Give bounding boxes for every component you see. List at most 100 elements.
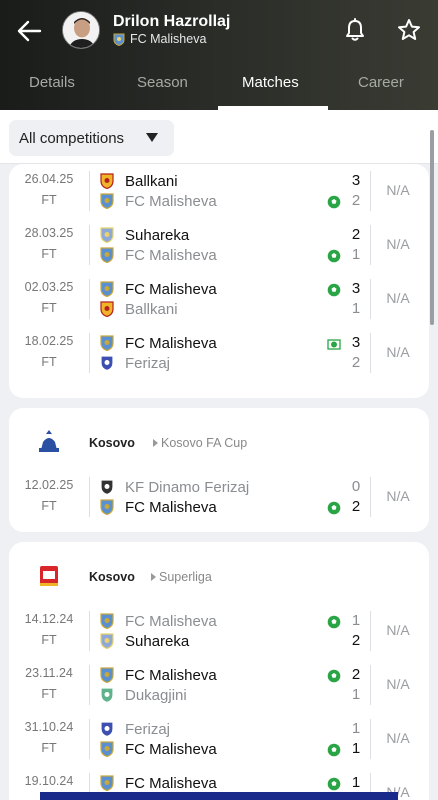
- home-team: FC Malisheva: [99, 611, 217, 631]
- match-row[interactable]: 31.10.24 FT Ferizaj 1 FC Malisheva 1 N/A: [9, 712, 429, 766]
- home-team-name: Suhareka: [125, 226, 190, 244]
- match-status: FT: [41, 499, 57, 513]
- home-team: KF Dinamo Ferizaj: [99, 477, 249, 497]
- team-crest-icon: [99, 173, 115, 190]
- home-team-name: FC Malisheva: [125, 666, 217, 684]
- player-team-name: FC Malisheva: [130, 32, 207, 46]
- match-row[interactable]: 02.03.25 FT FC Malisheva 3 Ballkani 1 N/A: [9, 272, 429, 326]
- away-team-name: FC Malisheva: [125, 498, 217, 516]
- goal-ball-icon: [327, 195, 341, 209]
- tab-career[interactable]: Career: [358, 74, 404, 91]
- team-crest-icon: [99, 499, 115, 516]
- competition-country: Kosovo: [89, 436, 135, 450]
- home-score: 2: [351, 226, 361, 243]
- match-row[interactable]: 23.11.24 FT FC Malisheva 2 Dukagjini 1 N/A: [9, 658, 429, 712]
- match-row[interactable]: 12.02.25 FT KF Dinamo Ferizaj 0 FC Malisheva…: [9, 470, 429, 524]
- match-date: 14.12.24: [24, 612, 74, 626]
- home-score: 3: [351, 280, 361, 297]
- match-group-card: 26.04.25 FT Ballkani 3 FC Malisheva 2 N/A 28.03…: [9, 164, 429, 398]
- away-team-name: FC Malisheva: [125, 192, 217, 210]
- home-team-name: KF Dinamo Ferizaj: [125, 478, 250, 496]
- away-team: FC Malisheva: [99, 191, 217, 211]
- competition-logo-icon: [35, 428, 63, 456]
- match-row[interactable]: 18.02.25 FT FC Malisheva 3 Ferizaj 2 N/A: [9, 326, 429, 380]
- away-team-name: Ferizaj: [125, 354, 171, 372]
- match-row[interactable]: 14.12.24 FT FC Malisheva 1 Suhareka 2 N/A: [9, 604, 429, 658]
- match-status: FT: [41, 193, 57, 207]
- divider: [89, 225, 90, 265]
- team-crest-icon: [99, 479, 115, 496]
- back-arrow-icon[interactable]: [14, 16, 44, 46]
- home-team-name: FC Malisheva: [125, 280, 217, 298]
- divider: [370, 171, 371, 211]
- match-rating: N/A: [386, 488, 410, 504]
- home-team-name: FC Malisheva: [125, 774, 217, 792]
- divider: [370, 477, 371, 517]
- away-team-name: FC Malisheva: [125, 740, 217, 758]
- divider: [89, 719, 90, 759]
- competition-country: Kosovo: [89, 570, 135, 584]
- goal-ball-icon: [327, 777, 341, 791]
- scrollbar[interactable]: [430, 130, 434, 325]
- home-team-name: FC Malisheva: [125, 612, 217, 630]
- team-crest-icon: [99, 741, 115, 758]
- match-row[interactable]: 26.04.25 FT Ballkani 3 FC Malisheva 2 N/A: [9, 164, 429, 218]
- match-group-card: Kosovo Kosovo FA Cup 12.02.25 FT KF Dinamo F…: [9, 408, 429, 532]
- match-status: FT: [41, 687, 57, 701]
- bell-icon[interactable]: [344, 18, 366, 42]
- divider: [370, 719, 371, 759]
- away-team: Ferizaj: [99, 353, 170, 373]
- goal-ball-icon: [327, 283, 341, 297]
- match-rating: N/A: [386, 730, 410, 746]
- player-header: Drilon Hazrollaj FC Malisheva Details Se…: [0, 0, 438, 110]
- home-team: FC Malisheva: [99, 665, 217, 685]
- team-crest-icon: [99, 687, 115, 704]
- team-crest-icon: [99, 281, 115, 298]
- player-team[interactable]: FC Malisheva: [113, 32, 206, 46]
- tab-details[interactable]: Details: [29, 74, 75, 91]
- match-status: FT: [41, 355, 57, 369]
- home-team-name: Ballkani: [125, 172, 178, 190]
- away-team: Dukagjini: [99, 685, 187, 705]
- divider: [89, 279, 90, 319]
- star-icon[interactable]: [397, 18, 421, 42]
- match-status: FT: [41, 741, 57, 755]
- ad-banner[interactable]: [40, 792, 398, 800]
- divider: [370, 333, 371, 373]
- away-score: 1: [351, 246, 361, 263]
- tab-season[interactable]: Season: [137, 74, 188, 91]
- divider: [370, 611, 371, 651]
- divider: [89, 665, 90, 705]
- away-team-name: Ballkani: [125, 300, 178, 318]
- match-group-card: Kosovo Superliga 14.12.24 FT FC Malisheva 1 Su…: [9, 542, 429, 800]
- divider: [370, 225, 371, 265]
- competition-filter-dropdown[interactable]: All competitions: [9, 120, 174, 156]
- match-rating: N/A: [386, 236, 410, 252]
- away-score: 2: [351, 498, 361, 515]
- goal-ball-icon: [327, 669, 341, 683]
- match-date: 28.03.25: [24, 226, 74, 240]
- away-team: Ballkani: [99, 299, 178, 319]
- team-crest-icon: [99, 633, 115, 650]
- match-rating: N/A: [386, 182, 410, 198]
- home-team: FC Malisheva: [99, 333, 217, 353]
- away-team: FC Malisheva: [99, 245, 217, 265]
- match-date: 02.03.25: [24, 280, 74, 294]
- away-score: 1: [351, 740, 361, 757]
- match-status: FT: [41, 247, 57, 261]
- away-score: 2: [351, 354, 361, 371]
- goal-ball-icon: [327, 615, 341, 629]
- match-row[interactable]: 28.03.25 FT Suhareka 2 FC Malisheva 1 N/A: [9, 218, 429, 272]
- home-team: FC Malisheva: [99, 773, 217, 793]
- team-crest-icon: [99, 721, 115, 738]
- tab-matches[interactable]: Matches: [242, 74, 299, 91]
- competition-name: Superliga: [159, 570, 212, 584]
- divider: [89, 171, 90, 211]
- away-team-name: FC Malisheva: [125, 246, 217, 264]
- home-team: Suhareka: [99, 225, 189, 245]
- away-score: 2: [351, 192, 361, 209]
- divider: [89, 477, 90, 517]
- chevron-right-icon: [153, 439, 158, 447]
- team-crest-icon: [99, 193, 115, 210]
- home-score: 3: [351, 172, 361, 189]
